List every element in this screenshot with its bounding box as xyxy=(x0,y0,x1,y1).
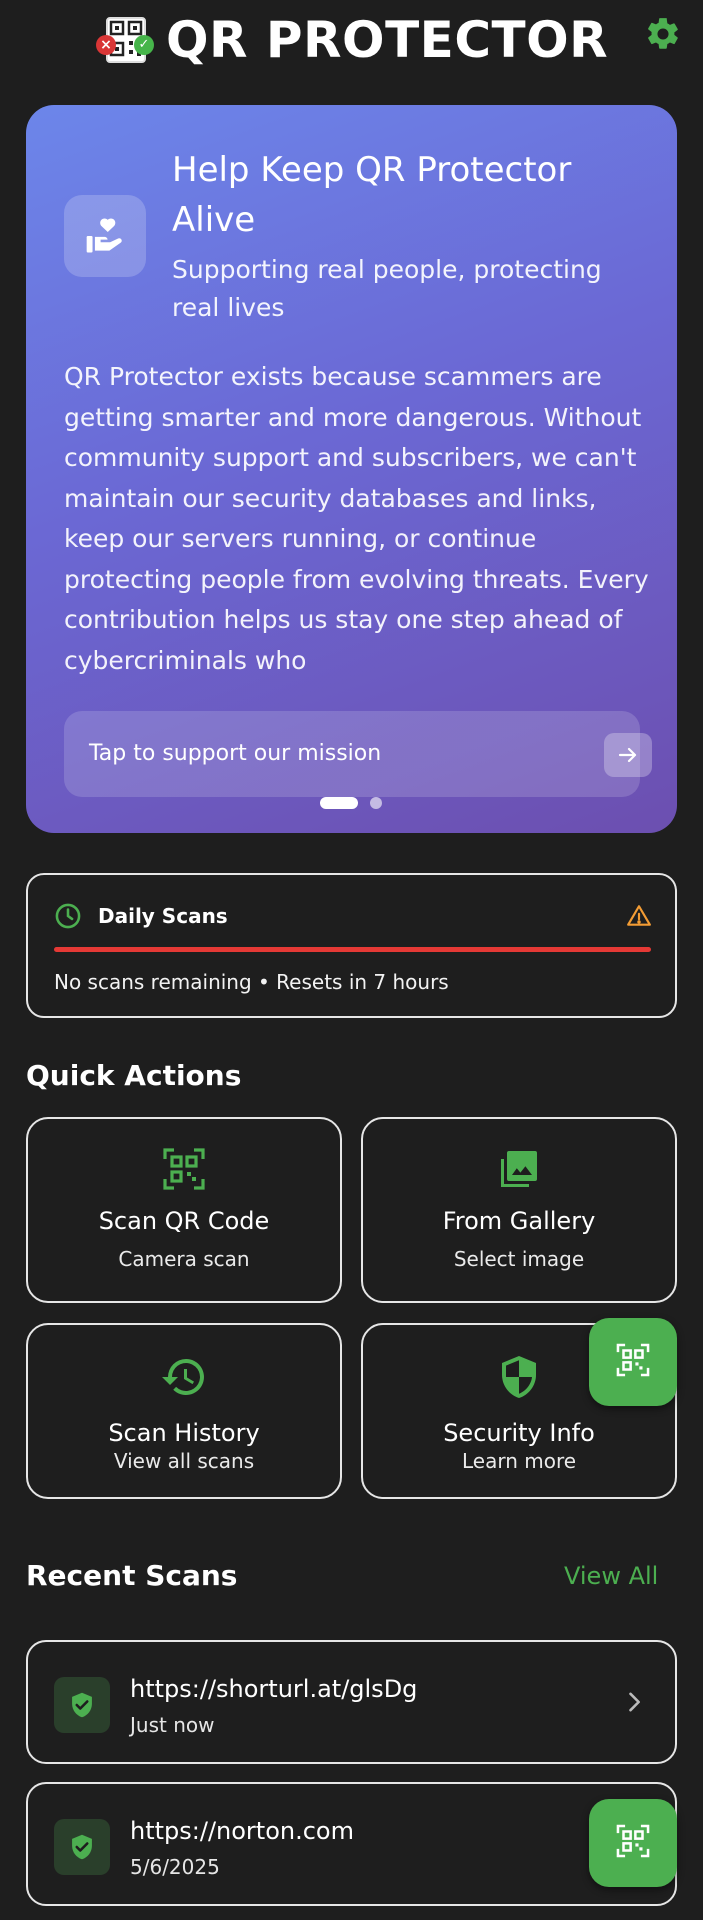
action-sublabel: Select image xyxy=(453,1247,585,1271)
image-icon xyxy=(495,1145,543,1193)
hand-heart-icon xyxy=(64,195,146,277)
qr-shield-logo-icon: × ✓ xyxy=(96,15,154,65)
view-all-link[interactable]: View All xyxy=(564,1558,658,1594)
scan-history-button[interactable]: Scan History View all scans xyxy=(26,1323,342,1499)
qr-scan-icon xyxy=(614,1341,652,1383)
scan-time: 5/6/2025 xyxy=(130,1855,220,1879)
recent-scans-heading: Recent Scans xyxy=(26,1559,238,1592)
daily-scans-progress-bar xyxy=(54,947,651,952)
action-label: Scan QR Code xyxy=(98,1207,270,1235)
quick-actions-heading: Quick Actions xyxy=(26,1059,242,1092)
app-screen: × ✓ QR PROTECTOR Help Keep QR Protector … xyxy=(0,0,703,1920)
shield-icon xyxy=(495,1353,543,1401)
carousel-dot[interactable] xyxy=(370,797,382,809)
warning-icon xyxy=(626,903,652,929)
shield-check-icon xyxy=(54,1819,110,1875)
qr-scan-icon xyxy=(614,1822,652,1864)
support-mission-button[interactable]: Tap to support our mission xyxy=(64,711,652,797)
carousel-indicator xyxy=(26,795,677,811)
support-banner-card[interactable]: Help Keep QR Protector Alive Supporting … xyxy=(26,105,677,833)
carousel-dot-active[interactable] xyxy=(320,797,358,809)
scan-url: https://norton.com xyxy=(130,1817,354,1845)
history-icon xyxy=(160,1353,208,1401)
arrow-right-icon[interactable] xyxy=(604,733,652,777)
from-gallery-button[interactable]: From Gallery Select image xyxy=(361,1117,677,1303)
clock-icon xyxy=(54,902,82,930)
scan-qr-code-button[interactable]: Scan QR Code Camera scan xyxy=(26,1117,342,1303)
action-label: Security Info xyxy=(443,1419,595,1447)
action-label: Scan History xyxy=(108,1419,260,1447)
chevron-right-icon[interactable] xyxy=(620,1686,648,1718)
recent-scan-item[interactable]: https://shorturl.at/glsDg Just now xyxy=(26,1640,677,1764)
recent-scan-item[interactable]: https://norton.com 5/6/2025 xyxy=(26,1782,677,1906)
qr-scan-icon xyxy=(160,1145,208,1193)
scan-fab-button[interactable] xyxy=(589,1799,677,1887)
app-logo: × ✓ QR PROTECTOR xyxy=(96,12,608,68)
gear-icon[interactable] xyxy=(644,15,682,53)
support-title: Help Keep QR Protector Alive xyxy=(172,150,572,240)
support-mission-label: Tap to support our mission xyxy=(89,741,382,766)
scan-url: https://shorturl.at/glsDg xyxy=(130,1675,418,1703)
action-sublabel: View all scans xyxy=(113,1449,255,1473)
app-title: QR PROTECTOR xyxy=(166,11,609,69)
app-header: × ✓ QR PROTECTOR xyxy=(0,0,703,82)
daily-scans-title: Daily Scans xyxy=(98,904,228,928)
support-subtitle: Supporting real people, protecting real … xyxy=(172,255,602,322)
daily-scans-card: Daily Scans No scans remaining • Resets … xyxy=(26,873,677,1018)
support-description: QR Protector exists because scammers are… xyxy=(64,362,649,675)
shield-check-icon xyxy=(54,1677,110,1733)
scan-fab-button[interactable] xyxy=(589,1318,677,1406)
daily-scans-status: No scans remaining • Resets in 7 hours xyxy=(54,970,449,994)
action-sublabel: Learn more xyxy=(461,1449,577,1473)
scan-time: Just now xyxy=(130,1713,215,1737)
action-label: From Gallery xyxy=(442,1207,596,1235)
action-sublabel: Camera scan xyxy=(118,1247,250,1271)
